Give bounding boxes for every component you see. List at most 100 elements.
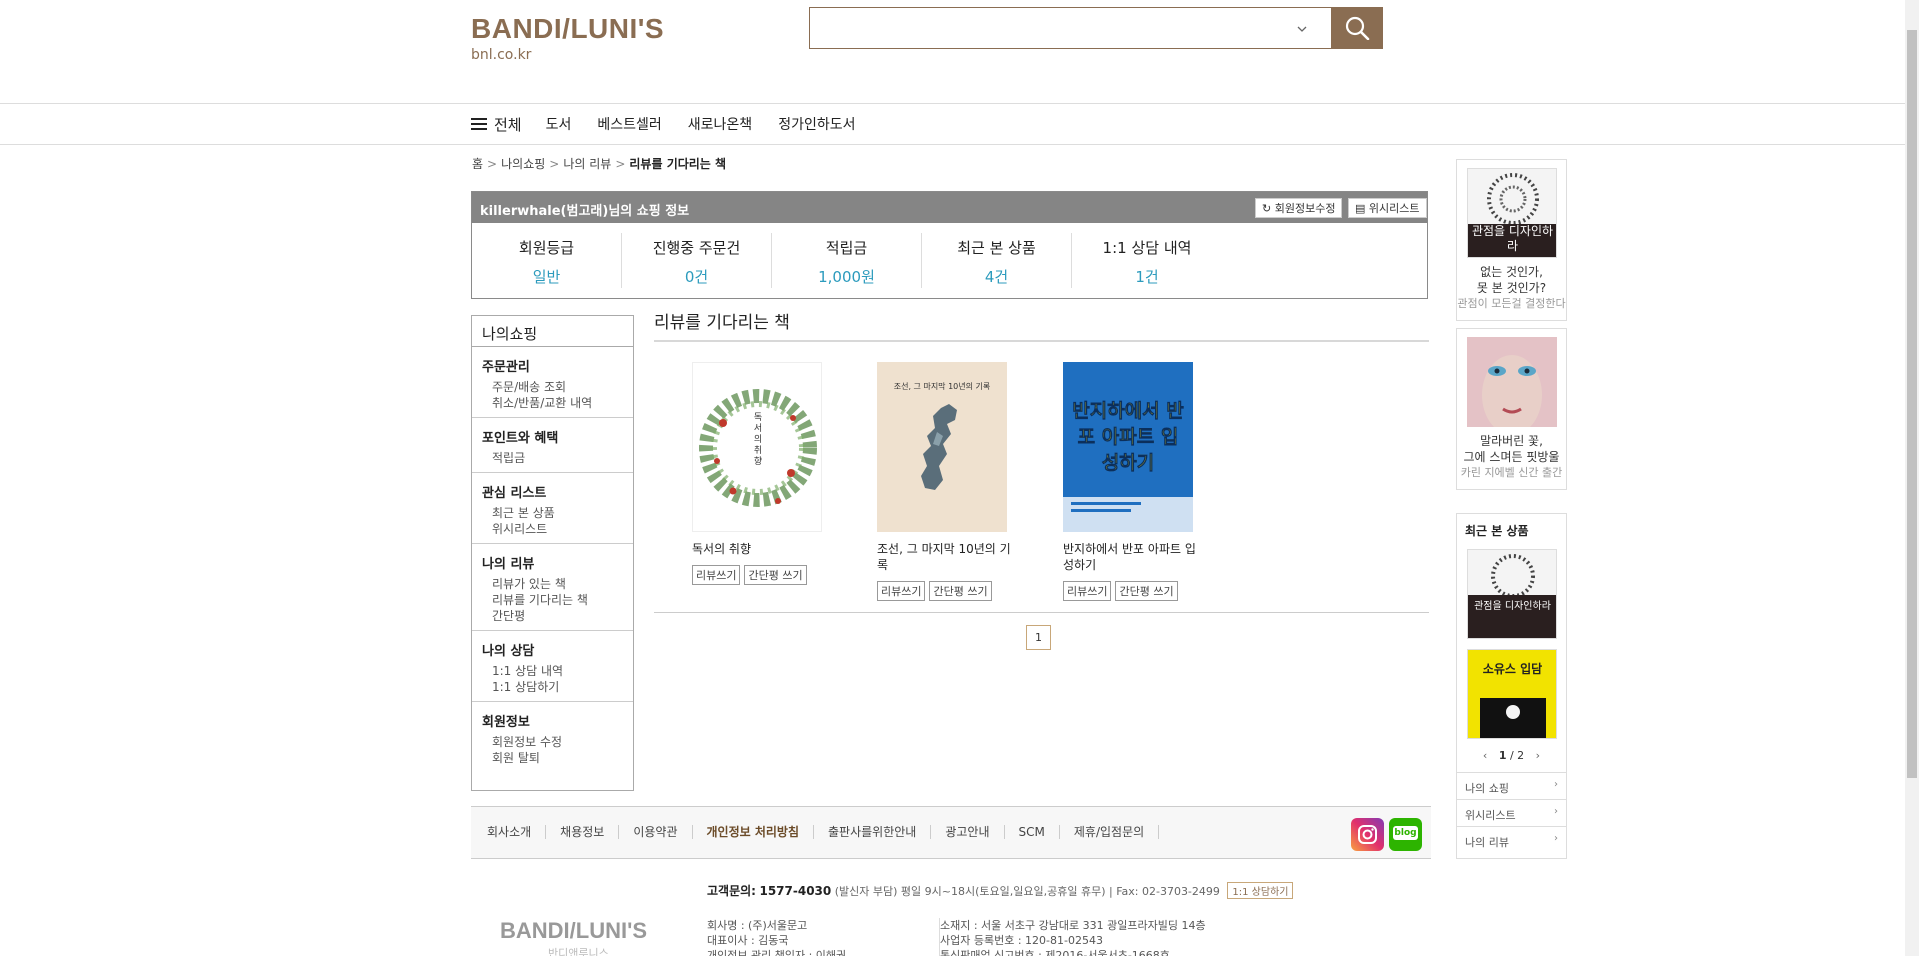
quick-link-myshopping[interactable]: 나의 쇼핑 › — [1457, 772, 1566, 799]
book-cover[interactable]: 반지하에서 반포 아파트 입성하기 — [1063, 362, 1193, 532]
breadcrumb-separator: > — [549, 157, 560, 171]
side-link[interactable]: 1:1 상담하기 — [482, 679, 623, 695]
stat-orders: 진행중 주문건 0건 — [622, 233, 772, 288]
book-title[interactable]: 독서의 취향 — [692, 541, 832, 557]
footer-link[interactable]: 채용정보 — [546, 825, 620, 839]
nav-item-books[interactable]: 도서 — [546, 114, 572, 134]
book-item: 반지하에서 반포 아파트 입성하기 반지하에서 반포 아파트 입성하기 리뷰쓰기… — [1063, 362, 1203, 601]
breadcrumb-myreview[interactable]: 나의 리뷰 — [563, 157, 611, 171]
book-actions: 리뷰쓰기 간단평 쓰기 — [692, 565, 832, 585]
list-divider — [654, 612, 1429, 613]
book-cover[interactable]: 독서의 취향 — [692, 362, 822, 532]
ad-line: 못 본 것인가? — [1476, 281, 1547, 295]
side-link[interactable]: 회원 탈퇴 — [482, 750, 623, 766]
member-stats: 회원등급 일반 진행중 주문건 0건 적립금 1,000원 최근 본 상품 4건… — [472, 223, 1427, 298]
book-cover[interactable]: 조선, 그 마지막 10년의 기록 — [877, 362, 1007, 532]
chevron-down-icon[interactable] — [1292, 14, 1312, 42]
nav-item-bestseller[interactable]: 베스트셀러 — [597, 114, 661, 134]
footer-link[interactable]: 이용약관 — [619, 825, 693, 839]
stat-value[interactable]: 1건 — [1072, 266, 1222, 287]
chevron-right-icon[interactable]: › — [1536, 749, 1540, 762]
breadcrumb-home[interactable]: 홈 — [472, 157, 483, 171]
write-review-button[interactable]: 리뷰쓰기 — [877, 581, 926, 601]
banner-ad[interactable]: 관점을 디자인하라 없는 것인가, 못 본 것인가? 관점이 모든걸 결정한다 — [1456, 159, 1567, 321]
side-link[interactable]: 1:1 상담 내역 — [482, 663, 623, 679]
side-group-reviews: 나의 리뷰 리뷰가 있는 책 리뷰를 기다리는 책 간단평 — [472, 544, 633, 631]
footer-link[interactable]: 제휴/입점문의 — [1060, 825, 1160, 839]
logo-domain: bnl.co.kr — [471, 47, 532, 63]
write-review-button[interactable]: 리뷰쓰기 — [692, 565, 741, 585]
quick-link-wishlist[interactable]: 위시리스트 › — [1457, 799, 1566, 826]
book-title[interactable]: 반지하에서 반포 아파트 입성하기 — [1063, 541, 1203, 573]
side-group-title: 나의 상담 — [482, 644, 535, 659]
footer-link[interactable]: SCM — [1005, 825, 1060, 839]
search-button[interactable] — [1331, 7, 1383, 49]
write-short-review-button[interactable]: 간단평 쓰기 — [744, 565, 807, 585]
recent-item-thumb[interactable]: 소유스 입담 — [1466, 649, 1557, 739]
footer-link-privacy[interactable]: 개인정보 처리방침 — [693, 825, 815, 839]
footer-link[interactable]: 광고안내 — [931, 825, 1005, 839]
stat-label: 회원등급 — [518, 239, 575, 257]
nav-all-label: 전체 — [494, 115, 522, 134]
side-group-title: 관심 리스트 — [482, 486, 547, 501]
recent-pager: ‹ 1 / 2 › — [1457, 749, 1566, 762]
stat-value[interactable]: 1,000원 — [772, 266, 921, 287]
breadcrumb-myshopping[interactable]: 나의쇼핑 — [501, 157, 545, 171]
company-line: 개인정보 관리 책임자 : 이해권 — [707, 949, 847, 956]
edit-member-button[interactable]: ↻ 회원정보수정 — [1255, 198, 1343, 218]
write-review-button[interactable]: 리뷰쓰기 — [1063, 581, 1112, 601]
side-link[interactable]: 적립금 — [482, 450, 623, 466]
inquiry-button[interactable]: 1:1 상담하기 — [1227, 882, 1294, 899]
nav-all-menu[interactable]: 전체 — [471, 114, 522, 135]
book-title[interactable]: 조선, 그 마지막 10년의 기록 — [877, 541, 1017, 573]
stat-recent: 최근 본 상품 4건 — [922, 233, 1072, 288]
nav-item-discount[interactable]: 정가인하도서 — [778, 114, 855, 134]
nav-item-new[interactable]: 새로나온책 — [688, 114, 752, 134]
wishlist-button[interactable]: ▤ 위시리스트 — [1348, 198, 1427, 218]
side-menu: 나의쇼핑 주문관리 주문/배송 조회 취소/반품/교환 내역 포인트와 혜택 적… — [471, 315, 634, 791]
address-line: 사업자 등록번호 : 120-81-02543 — [940, 934, 1103, 947]
search-input[interactable] — [810, 8, 1310, 48]
recent-item-thumb[interactable]: 관점을 디자인하라 — [1466, 549, 1557, 639]
side-link[interactable]: 리뷰를 기다리는 책 — [482, 592, 623, 608]
address-info: 소재지 : 서울 서초구 강남대로 331 광일프라자빌딩 14층 사업자 등록… — [939, 918, 1206, 956]
chevron-left-icon[interactable]: ‹ — [1483, 749, 1487, 762]
side-group-member: 회원정보 회원정보 수정 회원 탈퇴 — [472, 702, 633, 772]
breadcrumb-separator: > — [615, 157, 626, 171]
cs-detail: (발신자 부담) 평일 9시~18시(토요일,일요일,공휴일 휴무) | Fax… — [834, 885, 1220, 898]
side-link[interactable]: 최근 본 상품 — [482, 505, 623, 521]
write-short-review-button[interactable]: 간단평 쓰기 — [1115, 581, 1178, 601]
blog-icon[interactable]: blog — [1389, 818, 1422, 851]
book-actions: 리뷰쓰기 간단평 쓰기 — [877, 581, 1017, 601]
chevron-right-icon: › — [1554, 779, 1558, 790]
side-link[interactable]: 회원정보 수정 — [482, 734, 623, 750]
stat-value[interactable]: 0건 — [622, 266, 771, 287]
nav-divider-bottom — [0, 144, 1905, 145]
main-nav: 전체 도서 베스트셀러 새로나온책 정가인하도서 — [471, 104, 881, 144]
scrollbar-thumb[interactable] — [1907, 30, 1917, 778]
cs-label: 고객문의: — [707, 884, 756, 898]
side-link[interactable]: 간단평 — [482, 608, 623, 624]
footer-link[interactable]: 출판사를위한안내 — [814, 825, 932, 839]
side-link[interactable]: 주문/배송 조회 — [482, 379, 623, 395]
side-link[interactable]: 리뷰가 있는 책 — [482, 576, 623, 592]
stat-value[interactable]: 4건 — [922, 266, 1071, 287]
pagination-page[interactable]: 1 — [1026, 625, 1051, 650]
side-link[interactable]: 취소/반품/교환 내역 — [482, 395, 623, 411]
footer-bar: 회사소개 채용정보 이용약관 개인정보 처리방침 출판사를위한안내 광고안내 S… — [471, 806, 1431, 859]
stat-value[interactable]: 일반 — [472, 266, 621, 287]
side-link[interactable]: 위시리스트 — [482, 521, 623, 537]
side-group-title: 회원정보 — [482, 715, 530, 730]
quick-link-myreview[interactable]: 나의 리뷰 › — [1457, 826, 1566, 853]
book-cover-text: 반지하에서 반포 아파트 입성하기 — [1072, 400, 1184, 475]
instagram-icon[interactable] — [1351, 818, 1384, 851]
member-info-box: killerwhale(범고래)님의 쇼핑 정보 ↻ 회원정보수정 ▤ 위시리스… — [471, 191, 1428, 299]
edit-member-label: 회원정보수정 — [1274, 202, 1336, 215]
banner-ad[interactable]: 말라버린 꽃, 그에 스며든 핏방울 카린 지에벨 신간 출간 — [1456, 328, 1567, 490]
stat-label: 최근 본 상품 — [957, 239, 1036, 257]
site-logo[interactable]: BANDI/LUNI'S bnl.co.kr — [471, 13, 664, 63]
breadcrumb: 홈 > 나의쇼핑 > 나의 리뷰 > 리뷰를 기다리는 책 — [472, 155, 726, 172]
write-short-review-button[interactable]: 간단평 쓰기 — [929, 581, 992, 601]
footer-link[interactable]: 회사소개 — [487, 825, 547, 839]
recent-pager-current: 1 — [1498, 749, 1507, 762]
